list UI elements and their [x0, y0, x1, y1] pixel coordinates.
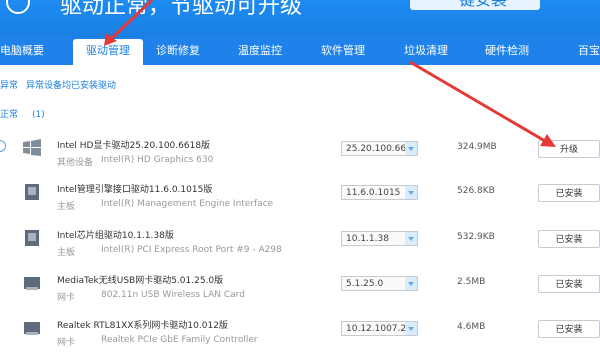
driver-row: Realtek RTL81XX系列网卡驱动10.012版 网卡 Realtek …: [0, 313, 600, 363]
driver-model: Intel(R) Management Engine Interface: [101, 199, 274, 209]
installed-button[interactable]: 已安装: [538, 230, 600, 248]
section-normal: 正常 (1): [0, 107, 45, 120]
app-header: 驱动正常，节驱动可升级 一键安装: [0, 0, 600, 37]
version-value: 10.12.1007.2: [346, 324, 407, 334]
version-select[interactable]: 5.1.25.0: [341, 276, 418, 291]
subnav-abnormal-installed[interactable]: 异常设备均已安装驱动: [26, 81, 116, 91]
driver-model: Intel(R) HD Graphics 630: [101, 155, 214, 165]
driver-row: MediaTek无线USB网卡驱动5.01.25.0版 网卡 802.11n U…: [0, 268, 600, 318]
driver-size: 324.9MB: [457, 142, 497, 152]
windows-icon: [23, 139, 41, 156]
version-value: 10.1.1.38: [346, 234, 389, 244]
version-value: 11.6.0.1015: [346, 188, 401, 198]
network-card-icon: [24, 322, 40, 335]
driver-name: Realtek RTL81XX系列网卡驱动10.012版: [57, 321, 228, 331]
chipset-icon: [25, 230, 39, 246]
driver-type: 网卡: [57, 338, 76, 348]
chip-icon: [25, 184, 39, 200]
version-select[interactable]: 10.12.1007.2: [341, 321, 418, 336]
tab-hardware[interactable]: 硬件检测: [485, 37, 529, 65]
driver-type: 主板: [57, 202, 76, 212]
tab-diagnose[interactable]: 诊断修复: [156, 37, 200, 65]
driver-model: Intel(R) PCI Express Root Port #9 - A298: [101, 245, 282, 255]
chevron-down-icon[interactable]: [405, 232, 417, 245]
driver-type: 其他设备: [57, 158, 94, 168]
driver-name: Intel HD显卡驱动25.20.100.6618版: [57, 141, 211, 151]
header-title: 驱动正常，节驱动可升级: [60, 0, 303, 19]
tab-driver-manage[interactable]: 驱动管理: [73, 39, 143, 65]
chevron-down-icon[interactable]: [405, 322, 417, 335]
tab-cleanup[interactable]: 垃圾清理: [404, 37, 448, 65]
driver-row: Intel管理引擎接口驱动11.6.0.1015版 主板 Intel(R) Ma…: [0, 177, 600, 227]
section-label: 正常: [0, 110, 19, 120]
version-select[interactable]: 25.20.100.66: [341, 141, 418, 156]
driver-size: 4.6MB: [457, 322, 486, 332]
subnav-abnormal[interactable]: 异常: [0, 81, 18, 91]
version-select[interactable]: 10.1.1.38: [341, 231, 418, 246]
driver-size: 2.5MB: [457, 277, 486, 287]
installed-button[interactable]: 已安装: [538, 320, 600, 338]
tab-overview[interactable]: 电脑概要: [0, 37, 70, 65]
driver-model: Realtek PCIe GbE Family Controller: [101, 335, 258, 345]
version-value: 25.20.100.66: [346, 144, 407, 154]
driver-name: MediaTek无线USB网卡驱动5.01.25.0版: [57, 276, 224, 286]
tab-toolbox[interactable]: 百宝: [578, 37, 600, 65]
one-click-install-button[interactable]: 一键安装: [410, 0, 540, 10]
chevron-down-icon[interactable]: [405, 186, 417, 199]
driver-row: Intel HD显卡驱动25.20.100.6618版 其他设备 Intel(R…: [0, 133, 600, 183]
section-count: (1): [32, 110, 45, 120]
installed-button[interactable]: 已安装: [538, 184, 600, 202]
upgrade-button[interactable]: 升级: [538, 140, 600, 158]
driver-name: Intel芯片组驱动10.1.1.38版: [57, 231, 174, 241]
version-value: 5.1.25.0: [346, 279, 384, 289]
driver-size: 526.8KB: [457, 186, 495, 196]
tab-temperature[interactable]: 温度监控: [238, 37, 282, 65]
driver-type: 网卡: [57, 293, 76, 303]
driver-size: 532.9KB: [457, 232, 495, 242]
chevron-down-icon[interactable]: [405, 277, 417, 290]
app-logo-icon: [6, 0, 30, 14]
driver-row: Intel芯片组驱动10.1.1.38版 主板 Intel(R) PCI Exp…: [0, 223, 600, 273]
sub-nav: 异常 异常设备均已安装驱动: [0, 78, 124, 91]
main-tabs: 电脑概要 驱动管理 诊断修复 温度监控 软件管理 垃圾清理 硬件检测 百宝: [0, 37, 600, 65]
version-select[interactable]: 11.6.0.1015: [341, 185, 418, 200]
tab-software[interactable]: 软件管理: [321, 37, 365, 65]
driver-model: 802.11n USB Wireless LAN Card: [101, 290, 245, 300]
network-card-icon: [24, 277, 40, 290]
driver-name: Intel管理引擎接口驱动11.6.0.1015版: [57, 185, 213, 195]
installed-button[interactable]: 已安装: [538, 275, 600, 293]
driver-type: 主板: [57, 248, 76, 258]
chevron-down-icon[interactable]: [405, 142, 417, 155]
